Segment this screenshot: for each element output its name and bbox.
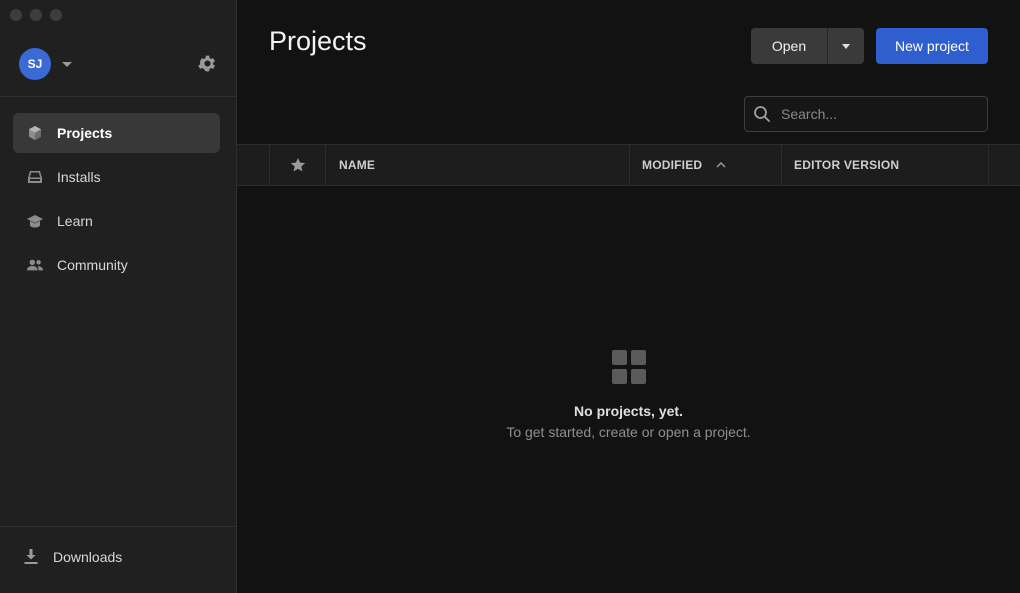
sidebar-item-installs[interactable]: Installs [13, 157, 220, 197]
empty-state-subtitle: To get started, create or open a project… [506, 424, 751, 440]
sidebar-item-label: Learn [57, 213, 93, 229]
sidebar-item-projects[interactable]: Projects [13, 113, 220, 153]
open-button[interactable]: Open [751, 28, 827, 64]
column-options [988, 145, 1020, 185]
column-modified[interactable]: MODIFIED [629, 145, 781, 185]
open-button-group: Open [751, 28, 864, 64]
people-icon [26, 256, 44, 274]
star-icon [290, 158, 305, 172]
drive-icon [26, 168, 44, 186]
account-menu[interactable]: SJ [19, 48, 72, 80]
new-project-button[interactable]: New project [876, 28, 988, 64]
column-editor-version-label: EDITOR VERSION [794, 158, 900, 172]
gear-icon[interactable] [197, 53, 218, 74]
sidebar-item-learn[interactable]: Learn [13, 201, 220, 241]
avatar[interactable]: SJ [19, 48, 51, 80]
downloads-label: Downloads [53, 549, 123, 565]
search-box[interactable] [744, 96, 988, 132]
sidebar-divider [0, 96, 236, 97]
close-window-button[interactable] [10, 9, 22, 21]
column-name[interactable]: NAME [325, 145, 629, 185]
column-modified-label: MODIFIED [642, 158, 703, 172]
download-icon [24, 549, 38, 564]
chevron-down-icon [842, 43, 850, 49]
sort-ascending-icon [716, 161, 726, 168]
chevron-down-icon[interactable] [62, 61, 72, 67]
sidebar-item-label: Installs [57, 169, 101, 185]
column-editor-version[interactable]: EDITOR VERSION [781, 145, 988, 185]
sidebar-item-label: Community [57, 257, 128, 273]
sidebar-item-community[interactable]: Community [13, 245, 220, 285]
sidebar-divider [0, 526, 236, 527]
empty-state: No projects, yet. To get started, create… [237, 350, 1020, 440]
sidebar-nav: Projects Installs Learn Community [13, 113, 220, 289]
zoom-window-button[interactable] [50, 9, 62, 21]
column-favorite[interactable] [269, 145, 325, 185]
open-dropdown-button[interactable] [827, 28, 864, 64]
empty-state-title: No projects, yet. [574, 403, 683, 419]
grid-icon [611, 350, 646, 384]
sidebar-item-label: Projects [57, 125, 113, 141]
table-header: NAME MODIFIED EDITOR VERSION [237, 144, 1020, 186]
sidebar: SJ Projects Installs Learn Community Dow… [0, 0, 237, 593]
downloads-button[interactable]: Downloads [23, 548, 122, 566]
search-icon [754, 106, 770, 122]
search-input[interactable] [781, 106, 971, 122]
column-name-label: NAME [339, 158, 376, 172]
window-controls [10, 9, 62, 21]
main-panel: Projects Open New project NAME MODIFIED … [237, 0, 1020, 593]
minimize-window-button[interactable] [30, 9, 42, 21]
page-title: Projects [269, 26, 367, 56]
cube-icon [26, 124, 44, 142]
graduation-cap-icon [26, 212, 44, 230]
